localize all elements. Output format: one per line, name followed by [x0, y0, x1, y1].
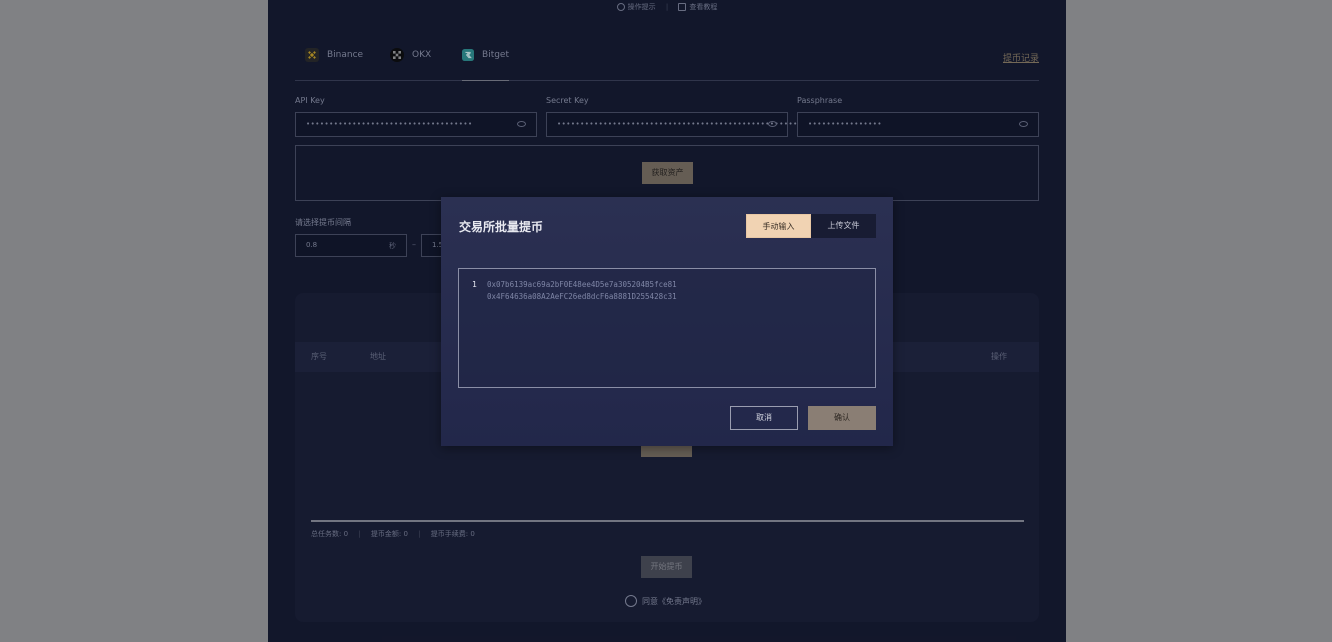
line-number: 1 [472, 280, 477, 289]
batch-withdraw-dialog: 交易所批量提币 手动输入 上传文件 1 0x07b6139ac69a2bF0E4… [441, 197, 893, 446]
address-line: 0x07b6139ac69a2bF0E48ee4D5e7a305204B5fce… [487, 280, 677, 289]
address-textarea[interactable]: 1 0x07b6139ac69a2bF0E48ee4D5e7a305204B5f… [458, 268, 876, 388]
address-line: 0x4F64636a08A2AeFC26ed8dcF6a8881D255428c… [487, 292, 677, 301]
overlay-right[interactable] [1066, 0, 1332, 642]
cancel-button[interactable]: 取消 [730, 406, 798, 430]
input-mode-switch: 手动输入 上传文件 [746, 214, 876, 238]
overlay-left[interactable] [0, 0, 268, 642]
confirm-button[interactable]: 确认 [808, 406, 876, 430]
tab-manual-input[interactable]: 手动输入 [746, 214, 811, 238]
tab-upload-file[interactable]: 上传文件 [811, 214, 876, 238]
dialog-title: 交易所批量提币 [459, 220, 544, 234]
